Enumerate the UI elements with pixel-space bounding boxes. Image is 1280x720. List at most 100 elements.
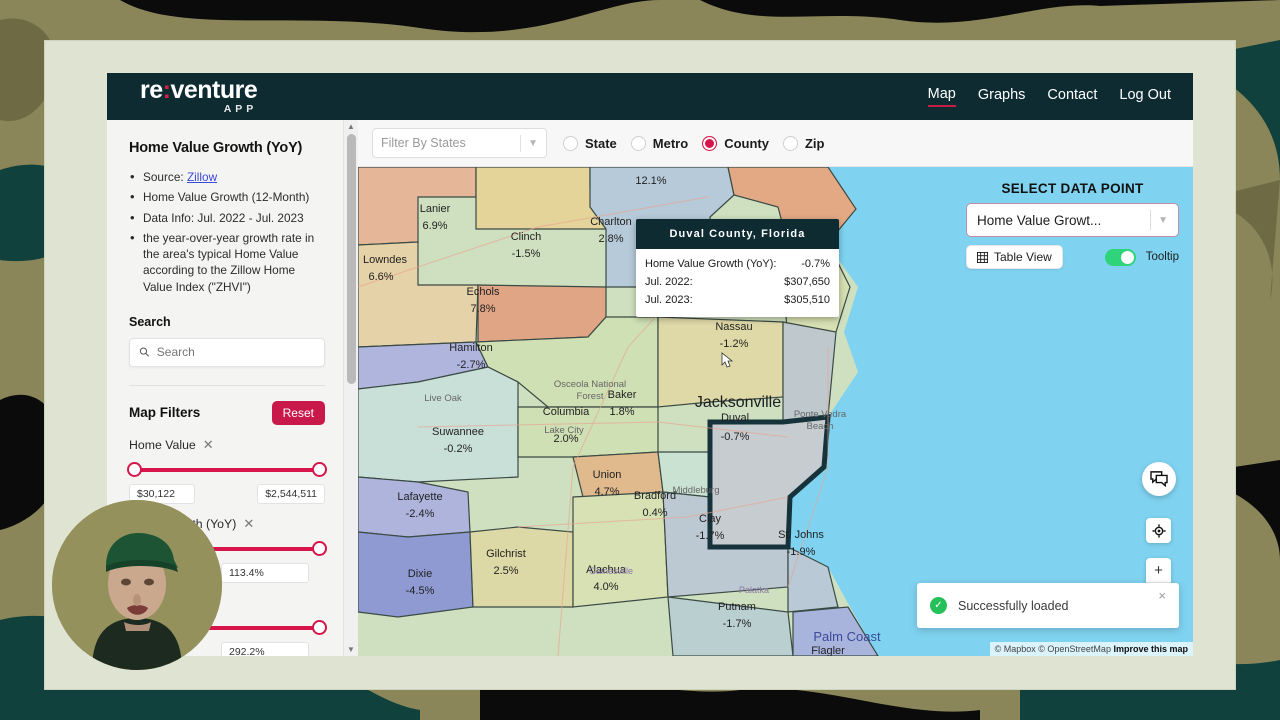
svg-text:-1.2%: -1.2% [720,338,749,350]
tooltip-row: Home Value Growth (YoY): -0.7% [645,255,830,273]
app-logo[interactable]: re:venture APP [140,76,258,115]
data-point-value: Home Value Growt... [977,212,1102,228]
svg-text:Nassau: Nassau [715,321,752,333]
view-controls-row: Table View Tooltip [966,245,1179,269]
search-input[interactable] [156,345,315,360]
svg-text:4.0%: 4.0% [593,581,618,593]
slider-knob-max[interactable] [312,619,327,635]
svg-text:Gainesville: Gainesville [589,566,633,576]
bullet-description: the year-over-year growth rate in the ar… [129,229,325,295]
chevron-down-icon: ▼ [528,137,538,149]
data-point-select[interactable]: Home Value Growt... ▼ [966,203,1179,237]
filter-max-home-value[interactable]: $2,544,511 [257,483,325,504]
svg-text:-0.2%: -0.2% [444,443,473,455]
radio-circle-metro[interactable] [630,135,646,151]
search-icon [139,347,149,357]
svg-text:Putnam: Putnam [718,601,756,613]
filter-max-value-growth[interactable]: 113.4% [221,562,309,583]
slide-frame: re:venture APP Map Graphs Contact Log Ou… [44,40,1236,690]
radio-circle-county[interactable] [702,135,718,151]
table-view-label: Table View [994,250,1052,264]
radio-option-metro[interactable]: Metro [630,135,688,151]
chevron-down-icon: ▼ [1158,214,1168,226]
slider-home-value[interactable] [127,459,327,481]
svg-text:Gilchrist: Gilchrist [486,548,526,560]
radio-label-county: County [724,135,769,151]
zoom-in-button[interactable]: + [1146,558,1171,583]
app-content: Home Value Growth (YoY) Source: Zillow H… [107,120,1193,656]
table-view-button[interactable]: Table View [966,245,1063,269]
tooltip-row-value: $305,510 [784,294,830,306]
svg-text:Middleburg: Middleburg [673,485,720,496]
svg-text:Lake City: Lake City [544,425,584,436]
svg-text:-0.7%: -0.7% [721,431,750,443]
svg-text:St. Johns: St. Johns [778,529,824,541]
scroll-up-icon[interactable]: ▲ [344,122,358,131]
tooltip-toggle[interactable] [1104,248,1136,266]
svg-text:Clinch: Clinch [511,231,542,243]
nav-link-logout[interactable]: Log Out [1119,87,1171,106]
presenter-webcam-overlay [52,500,222,670]
filter-label-home-value: Home Value [129,437,196,452]
map-attribution: © Mapbox © OpenStreetMap Improve this ma… [989,642,1193,656]
improve-map-link[interactable]: Improve this map [1113,644,1188,654]
svg-text:1.8%: 1.8% [609,406,634,418]
geo-level-radio-group: State Metro County Zip [563,135,824,151]
map-filters-header: Map Filters Reset [129,400,325,425]
svg-text:-1.7%: -1.7% [696,530,725,542]
sidebar-scrollbar[interactable]: ▲ ▼ [343,120,358,656]
tooltip-row: Jul. 2023: $305,510 [645,291,830,309]
slider-knob-max[interactable] [312,540,327,556]
svg-text:Dixie: Dixie [408,568,432,580]
nav-link-map[interactable]: Map [927,86,956,107]
chat-bubbles-icon [1150,471,1168,487]
svg-text:Echols: Echols [466,286,500,298]
nav-links: Map Graphs Contact Log Out [927,86,1171,107]
check-circle-icon: ✓ [930,597,947,614]
radio-label-state: State [585,135,617,151]
scrollbar-thumb[interactable] [347,134,356,384]
map-toolbar: Filter By States ▼ State Metro County Zi… [358,120,1193,167]
filter-max-third[interactable]: 292.2% [221,641,309,656]
search-box[interactable] [129,337,325,367]
svg-text:-2.4%: -2.4% [406,508,435,520]
svg-text:Beach: Beach [807,421,834,432]
svg-text:7.8%: 7.8% [470,303,495,315]
close-icon[interactable]: × [1158,583,1166,603]
zillow-link[interactable]: Zillow [187,170,217,184]
success-toast: ✓ Successfully loaded × [917,583,1179,628]
radio-circle-state[interactable] [563,135,578,151]
state-filter-select[interactable]: Filter By States ▼ [372,128,547,158]
svg-text:-4.5%: -4.5% [406,585,435,597]
logo-text-venture: venture [170,76,258,105]
remove-filter-home-value-icon[interactable]: ✕ [203,437,214,453]
svg-text:Flagler: Flagler [811,645,845,656]
bullet-source-prefix: Source: [143,170,187,184]
tooltip-row-label: Home Value Growth (YoY): [645,258,777,270]
svg-text:6.9%: 6.9% [422,220,447,232]
chat-feedback-button[interactable] [1142,462,1176,496]
scroll-down-icon[interactable]: ▼ [344,645,358,654]
filter-row-home-value: Home Value ✕ [129,437,325,453]
radio-option-state[interactable]: State [563,135,617,151]
nav-link-graphs[interactable]: Graphs [978,87,1026,106]
svg-text:Ponte Vedra: Ponte Vedra [794,409,847,420]
svg-text:Osceola National: Osceola National [554,379,626,390]
remove-filter-value-growth-icon[interactable]: ✕ [243,516,254,532]
reset-filters-button[interactable]: Reset [271,400,325,425]
svg-text:-1.9%: -1.9% [787,546,816,558]
radio-option-zip[interactable]: Zip [782,135,824,151]
svg-text:Duval: Duval [721,412,749,424]
map-canvas[interactable]: 12.1% Lanier 6.9% Clinch -1.5% Charlton 2.8… [358,167,1193,656]
slider-knob-max[interactable] [312,461,327,477]
radio-option-county[interactable]: County [702,135,769,151]
radio-circle-zip[interactable] [782,135,798,151]
geolocate-icon [1151,523,1166,538]
svg-text:Suwannee: Suwannee [432,426,484,438]
geolocate-button[interactable] [1146,518,1171,543]
nav-link-contact[interactable]: Contact [1047,87,1097,106]
logo-text-re: re [140,76,163,105]
tooltip-body: Home Value Growth (YoY): -0.7% Jul. 2022… [636,249,839,317]
slider-knob-min[interactable] [127,461,142,477]
svg-text:Forest: Forest [577,391,604,402]
